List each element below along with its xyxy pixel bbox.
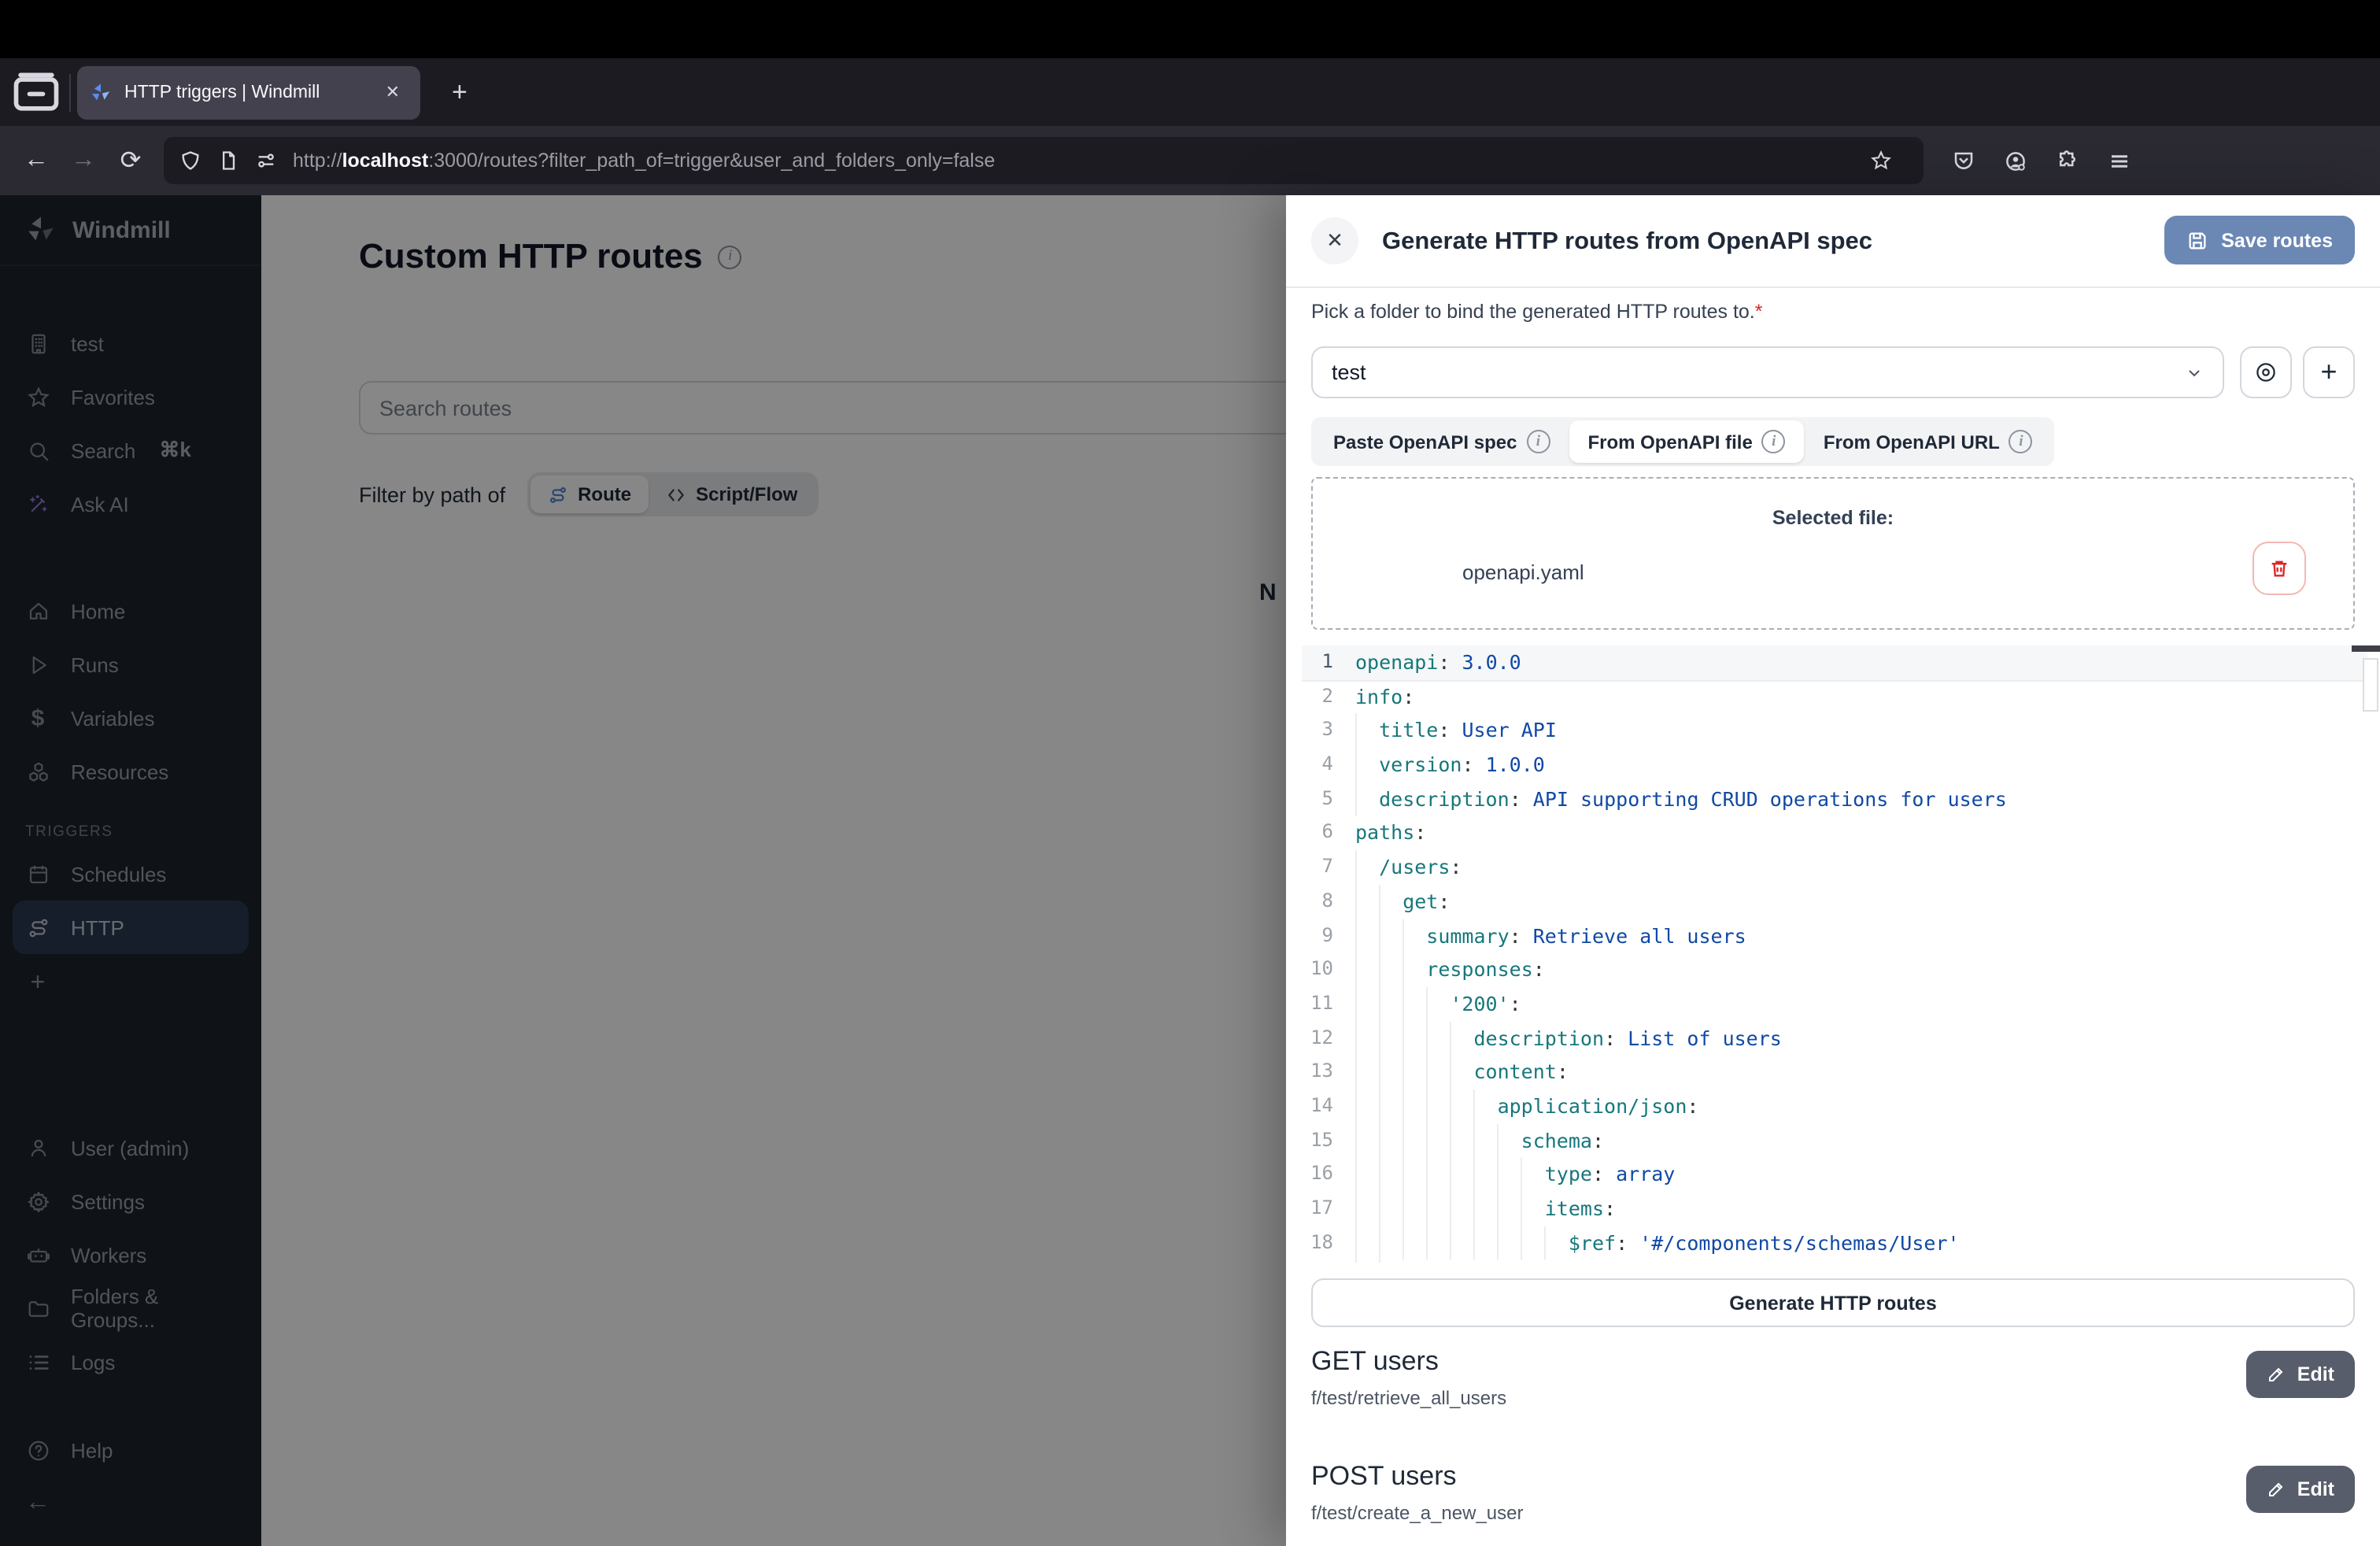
edit-route-button[interactable]: Edit <box>2247 1466 2355 1513</box>
preview-folder-button[interactable] <box>2240 346 2292 398</box>
tab-from-openapi-file[interactable]: From OpenAPI file i <box>1569 420 1804 463</box>
route-path: f/test/retrieve_all_users <box>1311 1387 2355 1409</box>
code-line: 8get: <box>1302 885 2367 919</box>
editor-overview-marker <box>2352 645 2380 652</box>
reload-button[interactable]: ⟳ <box>107 145 154 176</box>
trash-icon <box>2268 557 2290 579</box>
firefox-view-icon[interactable] <box>9 68 63 116</box>
bookmark-star-icon[interactable] <box>1870 150 1892 172</box>
edit-label: Edit <box>2297 1363 2334 1385</box>
url-bar[interactable]: http://localhost:3000/routes?filter_path… <box>164 137 1924 184</box>
url-text[interactable]: http://localhost:3000/routes?filter_path… <box>293 150 1857 172</box>
openapi-code-editor[interactable]: 1openapi:3.0.0 2info: 3title:User API 4v… <box>1302 645 2367 1263</box>
selected-file-name: openapi.yaml <box>1462 560 1584 584</box>
shield-icon[interactable] <box>179 150 201 172</box>
tab-title: HTTP triggers | Windmill <box>124 83 378 102</box>
code-line: 3title:User API <box>1302 714 2367 748</box>
save-floppy-icon <box>2186 229 2208 251</box>
page-info-icon[interactable] <box>217 150 239 172</box>
info-icon: i <box>1762 430 1786 453</box>
editor-scrollbar-thumb[interactable] <box>2363 658 2378 712</box>
code-line: 9summary:Retrieve all users <box>1302 919 2367 952</box>
tab-label: From OpenAPI URL <box>1824 431 2000 453</box>
tab-label: Paste OpenAPI spec <box>1333 431 1517 453</box>
selected-file-label: Selected file: <box>1313 507 2353 529</box>
edit-route-button[interactable]: Edit <box>2247 1351 2355 1398</box>
generate-routes-drawer: ✕ Generate HTTP routes from OpenAPI spec… <box>1286 195 2380 1546</box>
info-icon: i <box>1526 430 1550 453</box>
required-asterisk: * <box>1755 301 1763 323</box>
route-card-get-users: GET users f/test/retrieve_all_users Edit <box>1311 1346 2355 1409</box>
code-line: 10responses: <box>1302 952 2367 986</box>
pencil-icon <box>2267 1480 2286 1499</box>
code-line: 18$ref:'#/components/schemas/User' <box>1302 1226 2367 1259</box>
selected-file-box: Selected file: openapi.yaml <box>1311 477 2355 630</box>
chevron-down-icon <box>2185 363 2204 382</box>
generate-http-routes-button[interactable]: Generate HTTP routes <box>1311 1278 2355 1327</box>
edit-label: Edit <box>2297 1478 2334 1500</box>
folder-select[interactable]: test <box>1311 346 2224 398</box>
pencil-icon <box>2267 1365 2286 1384</box>
code-line: 12description:List of users <box>1302 1021 2367 1055</box>
code-line: 7/users: <box>1302 850 2367 884</box>
tab-close-icon[interactable]: ✕ <box>378 77 408 107</box>
code-line: 2info: <box>1302 679 2367 713</box>
drawer-title: Generate HTTP routes from OpenAPI spec <box>1382 228 1872 257</box>
screen: HTTP triggers | Windmill ✕ + ← → ⟳ http:… <box>0 0 2380 1546</box>
spec-source-tabs: Paste OpenAPI spec i From OpenAPI file i… <box>1311 417 2055 466</box>
browser-tab-strip: HTTP triggers | Windmill ✕ + <box>0 58 2380 126</box>
drawer-header-divider <box>1286 287 2380 288</box>
save-routes-label: Save routes <box>2221 229 2333 251</box>
extensions-puzzle-icon[interactable] <box>2056 149 2079 172</box>
folder-select-value: test <box>1332 361 1366 384</box>
screen-top-black-strip <box>0 0 2380 58</box>
account-icon[interactable] <box>2004 149 2027 172</box>
code-line: 6paths: <box>1302 816 2367 850</box>
permissions-toggles-icon[interactable] <box>255 150 277 172</box>
tab-label: From OpenAPI file <box>1587 431 1752 453</box>
new-tab-button[interactable]: + <box>439 73 480 111</box>
route-title: POST users <box>1311 1461 2355 1492</box>
eye-icon <box>2254 361 2278 384</box>
route-title: GET users <box>1311 1346 2355 1378</box>
route-card-post-users: POST users f/test/create_a_new_user Edit <box>1311 1461 2355 1524</box>
forward-button[interactable]: → <box>60 146 107 175</box>
code-line: 11'200': <box>1302 987 2367 1021</box>
code-line: 19post: <box>1302 1260 2367 1263</box>
remove-file-button[interactable] <box>2252 542 2306 595</box>
code-line: 16type:array <box>1302 1158 2367 1192</box>
tab-from-openapi-url[interactable]: From OpenAPI URL i <box>1805 420 2052 463</box>
code-line: 14application/json: <box>1302 1089 2367 1123</box>
pocket-icon[interactable] <box>1952 149 1975 172</box>
code-line: 13content: <box>1302 1056 2367 1089</box>
browser-toolbar: ← → ⟳ http://localhost:3000/routes?filte… <box>0 126 2380 195</box>
code-line: 1openapi:3.0.0 <box>1302 645 2367 679</box>
folder-picker-label: Pick a folder to bind the generated HTTP… <box>1311 301 1763 323</box>
route-path: f/test/create_a_new_user <box>1311 1502 2355 1524</box>
info-icon: i <box>2009 430 2033 453</box>
code-line: 15schema: <box>1302 1123 2367 1157</box>
save-routes-button[interactable]: Save routes <box>2164 216 2355 264</box>
browser-tab[interactable]: HTTP triggers | Windmill ✕ <box>77 65 420 119</box>
back-button[interactable]: ← <box>13 146 60 175</box>
code-line: 17items: <box>1302 1192 2367 1226</box>
add-folder-button[interactable]: + <box>2303 346 2355 398</box>
windmill-favicon <box>90 81 112 103</box>
code-line: 5description:API supporting CRUD operati… <box>1302 782 2367 816</box>
drawer-close-button[interactable]: ✕ <box>1311 217 1358 264</box>
code-line: 4version:1.0.0 <box>1302 748 2367 782</box>
menu-hamburger-icon[interactable] <box>2108 149 2131 172</box>
tab-paste-openapi-spec[interactable]: Paste OpenAPI spec i <box>1314 420 1569 463</box>
tab-separator <box>69 73 71 111</box>
